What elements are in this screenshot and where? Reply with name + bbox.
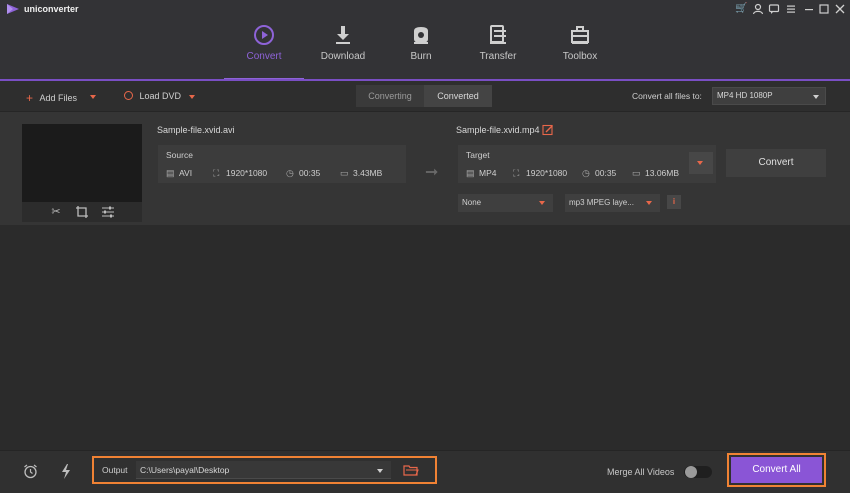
convert-button[interactable]: Convert [726, 149, 826, 177]
chevron-down-icon [697, 161, 703, 165]
folder-icon: ▭ [340, 168, 349, 178]
tab-burn-label: Burn [410, 51, 432, 62]
tab-converting[interactable]: Converting [356, 85, 424, 107]
source-resolution: ⛶ 1920*1080 [213, 168, 268, 178]
audio-select[interactable]: mp3 MPEG laye... [565, 194, 660, 212]
target-resolution: ⛶ 1920*1080 [513, 168, 568, 178]
toggle-knob [685, 466, 697, 478]
tab-converted[interactable]: Converted [424, 85, 492, 107]
source-file-name: Sample-file.xvid.avi [157, 125, 235, 135]
tab-transfer-label: Transfer [479, 51, 517, 62]
chevron-down-icon [539, 201, 545, 205]
target-size: ▭ 13.06MB [632, 168, 680, 178]
output-format-select[interactable]: MP4 HD 1080P [712, 87, 826, 105]
download-icon [336, 26, 350, 44]
add-files-label: Add Files [39, 93, 78, 103]
app-name: uniconverter [24, 4, 79, 14]
close-icon[interactable] [834, 3, 846, 15]
resolution-icon: ⛶ [513, 168, 520, 178]
target-format: ▤ MP4 [466, 168, 497, 178]
toolbar: + Add Files Load DVD Converting Converte… [0, 81, 850, 112]
convert-all-to-label: Convert all files to: [632, 91, 702, 101]
output-path-group: Output C:\Users\payal\Desktop [92, 456, 437, 484]
tab-convert[interactable]: Convert [224, 18, 304, 80]
film-icon: ▤ [166, 168, 175, 178]
subtitle-select[interactable]: None [458, 194, 553, 212]
source-format: ▤ AVI [166, 168, 193, 178]
play-circle-icon [254, 25, 274, 45]
add-files-dropdown-icon[interactable] [90, 95, 96, 99]
chevron-down-icon [646, 201, 652, 205]
source-header: Source [166, 150, 193, 160]
target-info: Target ▤ MP4 ⛶ 1920*1080 ◷ 00:35 ▭ 13.06MB [458, 145, 716, 183]
user-icon[interactable] [752, 3, 764, 15]
toolbox-icon [571, 26, 589, 44]
tab-convert-label: Convert [246, 51, 282, 62]
chat-icon[interactable] [768, 3, 780, 15]
tab-download-label: Download [320, 51, 366, 62]
load-dvd-label: Load DVD [139, 91, 182, 101]
folder-icon: ▭ [632, 168, 641, 178]
tab-transfer[interactable]: Transfer [458, 18, 538, 80]
disc-icon [414, 27, 428, 44]
tab-burn[interactable]: Burn [381, 18, 461, 80]
plus-icon: + [26, 91, 34, 105]
add-files-button[interactable]: + Add Files [26, 90, 78, 105]
crop-icon[interactable] [75, 205, 89, 219]
scissors-icon[interactable]: ✂ [49, 205, 63, 219]
chevron-down-icon [813, 95, 819, 99]
convert-all-highlight: Convert All [727, 453, 826, 487]
source-size: ▭ 3.43MB [340, 168, 383, 178]
merge-all-videos-label: Merge All Videos [607, 467, 675, 477]
edit-icon[interactable] [542, 124, 554, 136]
source-duration: ◷ 00:35 [286, 168, 321, 178]
load-dvd-dropdown-icon[interactable] [189, 95, 195, 99]
app-logo-icon [7, 4, 19, 14]
source-info: Source ▤ AVI ⛶ 1920*1080 ◷ 00:35 ▭ 3.43MB [158, 145, 406, 183]
clock-icon: ◷ [286, 168, 294, 178]
file-list-empty-area [0, 225, 850, 450]
tab-toolbox-label: Toolbox [562, 51, 598, 62]
output-path-value: C:\Users\payal\Desktop [140, 465, 230, 475]
video-thumbnail[interactable]: ✂ [22, 124, 142, 222]
info-button[interactable]: i [667, 195, 681, 209]
output-format-value: MP4 HD 1080P [717, 91, 773, 100]
target-settings-dropdown[interactable] [689, 152, 713, 174]
subtitle-value: None [462, 198, 482, 207]
minimize-icon[interactable] [803, 3, 815, 15]
target-duration: ◷ 00:35 [582, 168, 617, 178]
maximize-icon[interactable] [818, 3, 830, 15]
merge-all-videos-toggle[interactable] [684, 466, 712, 478]
tab-toolbox[interactable]: Toolbox [540, 18, 620, 80]
open-folder-icon[interactable] [403, 463, 419, 477]
output-path-select[interactable]: C:\Users\payal\Desktop [136, 461, 391, 479]
adjust-icon[interactable] [101, 205, 115, 219]
output-label: Output [102, 465, 128, 475]
target-file-name: Sample-file.xvid.mp4 [456, 125, 540, 135]
audio-value: mp3 MPEG laye... [569, 198, 634, 207]
lightning-icon[interactable] [60, 464, 72, 479]
load-dvd-button[interactable]: Load DVD [124, 90, 181, 101]
chevron-down-icon [377, 469, 383, 473]
convert-all-button[interactable]: Convert All [731, 457, 822, 483]
tab-download[interactable]: Download [303, 18, 383, 80]
file-list-item: ✂ Sample-file.xvid.avi Source ▤ AVI ⛶ 1920… [0, 112, 850, 225]
arrow-right-icon: ➞ [425, 164, 439, 181]
title-bar: uniconverter 🛒 Convert Download Burn Tra… [0, 0, 850, 80]
clock-icon: ◷ [582, 168, 590, 178]
target-header: Target [466, 150, 490, 160]
film-icon: ▤ [466, 168, 475, 178]
menu-icon[interactable] [785, 3, 797, 15]
footer-bar: Output C:\Users\payal\Desktop Merge All … [0, 450, 850, 493]
thumbnail-toolbar: ✂ [22, 202, 142, 222]
resolution-icon: ⛶ [213, 168, 220, 178]
alarm-clock-icon[interactable] [23, 464, 38, 479]
dvd-icon [124, 91, 133, 100]
cart-icon[interactable]: 🛒 [735, 3, 747, 15]
transfer-icon [490, 25, 506, 44]
